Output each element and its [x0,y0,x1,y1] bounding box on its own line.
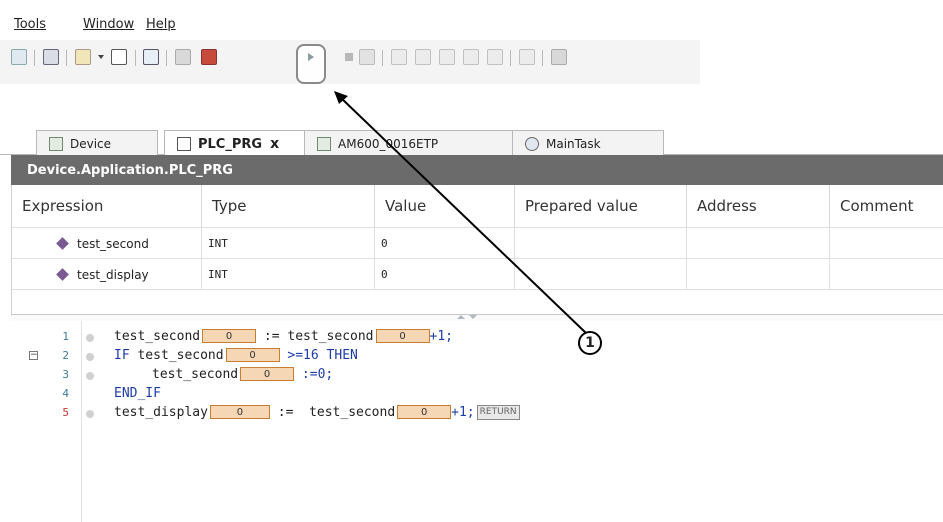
callout-arrow [334,91,587,334]
callout-number: 1 [578,331,602,355]
